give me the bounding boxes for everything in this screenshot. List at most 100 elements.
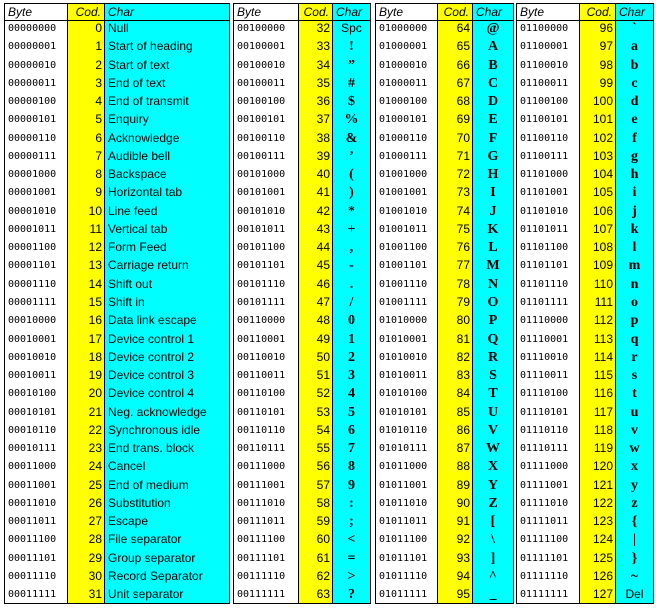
char-cell: Record Separator [108,568,203,583]
char-cell: 3 [348,368,355,384]
byte-cell: 00110111 [237,443,286,455]
byte-cell: 01101111 [520,296,569,308]
char-header: Char [333,4,370,21]
code-cell: 44 [316,240,330,255]
char-cell: Horizontal tab [108,185,183,200]
code-cell: 119 [593,441,613,456]
code-cell: 70 [456,130,470,145]
char-cell: p [630,313,639,329]
char-column: Char Null Start of heading Start of text End… [104,4,229,603]
byte-cell: 01100100 [520,96,569,108]
code-cell: 48 [316,313,330,328]
byte-cell: 01110010 [520,351,569,363]
char-cell: [ [490,514,496,530]
char-cell: Unit separator [108,587,184,602]
code-cell: 0 [95,21,102,35]
byte-cell: 01000110 [379,132,428,144]
char-cell: 8 [348,459,355,475]
char-cell: C [487,75,499,91]
code-cell: 97 [599,39,613,54]
char-cell: y [631,477,638,493]
byte-cell: 00110000 [237,315,286,327]
byte-cell: 01111010 [520,497,569,509]
byte-cell: 00011111 [8,589,57,601]
code-cell: 29 [88,550,102,565]
code-cell: 105 [592,185,613,200]
char-cell: J [489,203,497,219]
code-cell: 65 [456,39,470,54]
char-cell: k [630,221,639,237]
code-cell: 5 [95,112,102,127]
char-cell: t [632,386,637,402]
char-cell: 1 [348,331,355,347]
char-cell: } [631,550,638,566]
code-cell: 62 [316,568,330,583]
code-cell: 72 [456,167,470,182]
code-cell: 2 [95,57,102,72]
byte-cell: 00011011 [8,516,57,528]
code-cell: 67 [456,75,470,90]
byte-cell: 00010111 [8,443,57,455]
code-cell: 120 [592,459,613,474]
code-cell: 114 [593,349,613,364]
code-cell: 99 [599,75,613,90]
code-cell: 16 [88,313,102,328]
byte-cell: 00111110 [237,570,286,582]
code-cell: 93 [456,550,470,565]
byte-cell: 01110111 [520,443,569,455]
code-cell: 7 [95,148,102,163]
code-cell: 76 [456,240,470,255]
byte-cell: 00101010 [237,205,286,217]
byte-cell: 01101101 [520,260,569,272]
char-cell: L [488,240,498,256]
char-cell: Form Feed [108,240,167,255]
byte-cell: 00111100 [237,534,286,546]
byte-column: Byte 00000000 00000001 00000010 00000011 0000… [5,4,67,603]
code-cell: 64 [456,21,470,35]
code-column: Cod. 0 1 2 3 4 5 6 7 8 9 10 11 12 13 14 15 16 17 18 19 20 21 22… [67,4,104,603]
char-cell: _ [489,587,497,603]
char-cell: X [487,459,499,475]
byte-cell: 01011011 [379,516,428,528]
code-cell: 74 [456,203,470,218]
code-cell: 25 [88,477,102,492]
char-cell: R [487,349,499,365]
char-cell: Acknowledge [108,130,180,145]
code-cell: 4 [95,94,102,109]
code-cell: 118 [593,422,613,437]
byte-cell: 00011101 [8,552,57,564]
code-cell: 79 [456,294,470,309]
char-cell: % [344,112,359,128]
char-column: Char Spc! ” # $% & ’ () * +, -. / 0 1 2 3 4 5 6 7 8 9:; < = >? [332,4,370,603]
byte-cell: 01100101 [520,114,569,126]
char-cell: > [347,568,356,584]
char-cell: Device control 2 [108,349,195,364]
code-cell: 107 [592,221,613,236]
code-cell: 127 [592,587,613,602]
byte-cell: 00011100 [8,534,57,546]
code-cell: 73 [456,185,470,200]
code-cell: 24 [88,459,102,474]
byte-cell: 00000010 [8,59,57,71]
code-cell: 83 [456,368,470,383]
byte-cell: 01111000 [520,461,569,473]
byte-cell: 01010100 [379,388,428,400]
byte-cell: 01110000 [520,315,569,327]
char-cell: A [487,39,499,55]
code-cell: 32 [316,21,330,35]
byte-cell: 01010111 [379,443,428,455]
code-cell: 61 [316,550,330,565]
char-cell: m [628,258,641,274]
byte-cell: 00100111 [237,150,286,162]
code-cell: 95 [456,587,470,602]
code-cell: 100 [592,94,613,109]
code-cell: 63 [316,587,330,602]
byte-cell: 01010101 [379,406,428,418]
char-cell: Audible bell [108,148,171,163]
byte-cell: 01111100 [520,534,569,546]
char-cell: Spc [341,21,362,35]
char-cell: b [630,57,639,73]
code-cell: 50 [316,349,330,364]
code-cell: 68 [456,94,470,109]
code-cell: 43 [316,221,330,236]
